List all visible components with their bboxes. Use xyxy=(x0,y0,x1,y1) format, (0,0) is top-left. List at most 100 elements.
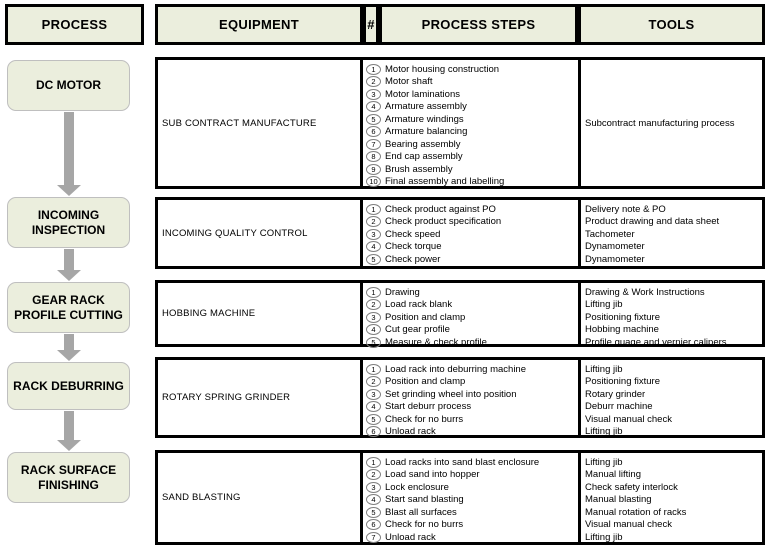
step-text: End cap assembly xyxy=(385,151,463,163)
process-step-box[interactable]: RACK DEBURRING xyxy=(7,362,130,410)
tool-line: Lifting jib xyxy=(585,456,762,469)
step-number-badge: 8 xyxy=(366,151,381,163)
detail-row-inner: ROTARY SPRING GRINDER 1 Load rack into deb… xyxy=(158,360,762,438)
step-text: Load rack into deburring machine xyxy=(385,363,527,375)
step-text: Cut gear profile xyxy=(385,324,450,336)
step-number-badge: 5 xyxy=(366,336,381,348)
header-label-tools: TOOLS xyxy=(648,17,695,32)
equipment-label: HOBBING MACHINE xyxy=(162,308,256,319)
tool-line: Manual lifting xyxy=(585,469,762,482)
step-text: Bearing assembly xyxy=(385,138,461,150)
process-step-label: RACK SURFACE FINISHING xyxy=(20,462,117,492)
flow-arrow-down-icon xyxy=(57,334,81,361)
step-text: Unload rack xyxy=(385,531,436,543)
detail-row-inner: SUB CONTRACT MANUFACTURE 1 Motor housing c… xyxy=(158,60,762,188)
process-step-label: RACK DEBURRING xyxy=(13,378,124,393)
header-cell-process-steps: PROCESS STEPS xyxy=(379,4,578,45)
tool-line: Product drawing and data sheet xyxy=(585,216,762,229)
step-text: Armature windings xyxy=(385,113,464,125)
equipment-cell: INCOMING QUALITY CONTROL xyxy=(158,200,363,266)
process-step-line: 4 Start deburr process xyxy=(366,401,578,414)
process-step-box[interactable]: GEAR RACK PROFILE CUTTING xyxy=(7,282,130,333)
step-number-badge: 4 xyxy=(366,324,381,336)
tool-line: Manual blasting xyxy=(585,494,762,507)
step-number-badge: 4 xyxy=(366,241,381,253)
tool-line: Lifting jib xyxy=(585,363,762,376)
process-step-line: 3 Check speed xyxy=(366,228,578,241)
step-number-badge: 5 xyxy=(366,413,381,425)
process-step-line: 1 Check product against PO xyxy=(366,203,578,216)
tool-line: Deburr machine xyxy=(585,401,762,414)
process-step-line: 2 Motor shaft xyxy=(366,76,578,89)
step-number-badge: 4 xyxy=(366,401,381,413)
step-text: Blast all surfaces xyxy=(385,506,457,518)
detail-row-inner: SAND BLASTING 1 Load racks into sand blast… xyxy=(158,453,762,544)
process-step-line: 4 Check torque xyxy=(366,241,578,254)
process-steps-cell: 1 Motor housing construction 2 Motor shaft 3… xyxy=(363,60,581,188)
tools-cell: Subcontract manufacturing process xyxy=(581,60,762,186)
process-step-line: 1 Motor housing construction xyxy=(366,63,578,76)
step-text: Brush assembly xyxy=(385,163,453,175)
step-text: Check product specification xyxy=(385,216,502,228)
tool-text: Manual blasting xyxy=(585,494,652,506)
step-number-badge: 5 xyxy=(366,113,381,125)
process-step-line: 2 Load sand into hopper xyxy=(366,469,578,482)
step-text: Check speed xyxy=(385,228,441,240)
process-detail-row: INCOMING QUALITY CONTROL 1 Check product a… xyxy=(155,197,765,269)
process-step-box[interactable]: RACK SURFACE FINISHING xyxy=(7,452,130,503)
tool-text: Product drawing and data sheet xyxy=(585,216,720,228)
tool-text: Deburr machine xyxy=(585,401,653,413)
equipment-cell: ROTARY SPRING GRINDER xyxy=(158,360,363,435)
header-cell-number: # xyxy=(363,4,379,45)
tool-line: Delivery note & PO xyxy=(585,203,762,216)
step-number-badge: 10 xyxy=(366,176,381,188)
process-step-line: 6 Armature balancing xyxy=(366,126,578,139)
step-number-badge: 1 xyxy=(366,456,381,468)
tool-text: Lifting jib xyxy=(585,363,623,375)
step-text: Load rack blank xyxy=(385,299,453,311)
process-step-line: 1 Drawing xyxy=(366,286,578,299)
detail-row-inner: INCOMING QUALITY CONTROL 1 Check product a… xyxy=(158,200,762,266)
tool-text: Visual manual check xyxy=(585,413,672,425)
tool-line: Visual manual check xyxy=(585,413,762,426)
tool-line: Hobbing machine xyxy=(585,324,762,337)
step-text: Check torque xyxy=(385,241,442,253)
tool-line: Check safety interlock xyxy=(585,481,762,494)
tool-text: Manual lifting xyxy=(585,469,641,481)
process-detail-row: SAND BLASTING 1 Load racks into sand blast… xyxy=(155,450,765,545)
tool-text: Rotary grinder xyxy=(585,388,646,400)
process-steps-cell: 1 Load rack into deburring machine 2 Positi… xyxy=(363,360,581,438)
tool-line: Dynamometer xyxy=(585,253,762,266)
tools-cell: Delivery note & PO Product drawing and da… xyxy=(581,200,762,266)
process-step-line: 3 Lock enclosure xyxy=(366,481,578,494)
step-number-badge: 9 xyxy=(366,163,381,175)
tool-text: Delivery note & PO xyxy=(585,203,666,215)
process-step-line: 1 Load rack into deburring machine xyxy=(366,363,578,376)
tool-text: Lifting jib xyxy=(585,456,623,468)
step-number-badge: 1 xyxy=(366,203,381,215)
process-step-line: 6 Unload rack xyxy=(366,426,578,439)
tool-line: Lifting jib xyxy=(585,531,762,544)
process-step-line: 7 Unload rack xyxy=(366,531,578,544)
process-step-box[interactable]: INCOMING INSPECTION xyxy=(7,197,130,248)
tools-cell: Lifting jib Positioning fixture Rotary gri… xyxy=(581,360,762,438)
process-step-line: 5 Check for no burrs xyxy=(366,413,578,426)
tool-text: Check safety interlock xyxy=(585,481,678,493)
step-text: Motor housing construction xyxy=(385,63,500,75)
tool-line: Visual manual check xyxy=(585,519,762,532)
step-number-badge: 3 xyxy=(366,88,381,100)
step-number-badge: 1 xyxy=(366,286,381,298)
step-number-badge: 6 xyxy=(366,519,381,531)
step-number-badge: 2 xyxy=(366,376,381,388)
process-step-label: DC MOTOR xyxy=(35,78,102,92)
process-step-line: 1 Load racks into sand blast enclosure xyxy=(366,456,578,469)
process-step-line: 6 Check for no burrs xyxy=(366,519,578,532)
step-number-badge: 4 xyxy=(366,101,381,113)
header-cell-equipment: EQUIPMENT xyxy=(155,4,363,45)
equipment-label: INCOMING QUALITY CONTROL xyxy=(162,227,308,239)
process-step-box[interactable]: DC MOTOR xyxy=(7,60,130,111)
step-text: Set grinding wheel into position xyxy=(385,388,517,400)
step-text: Motor shaft xyxy=(385,76,433,88)
equipment-label: ROTARY SPRING GRINDER xyxy=(162,392,291,403)
step-number-badge: 3 xyxy=(366,481,381,493)
